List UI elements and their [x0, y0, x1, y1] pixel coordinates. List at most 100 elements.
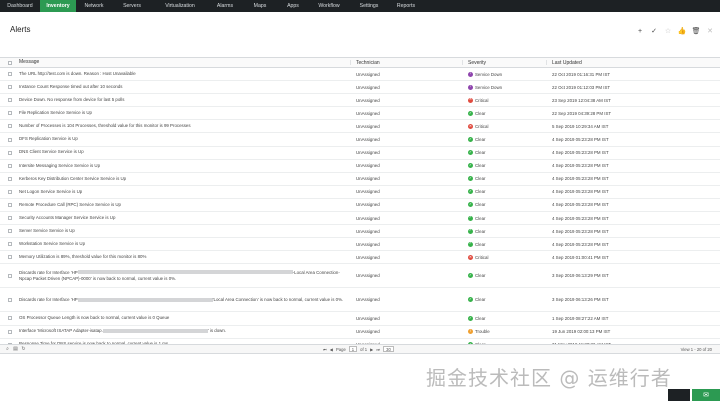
nav-tab-dashboard[interactable]: Dashboard [0, 0, 40, 12]
table-row[interactable]: The URL http://test.com is down. Reason … [0, 68, 720, 82]
technician-cell[interactable]: UnAssigned [356, 251, 456, 263]
table-row[interactable]: File Replication Service Service is Up Un… [0, 107, 720, 121]
column-divider[interactable] [462, 60, 463, 65]
row-checkbox[interactable] [8, 111, 12, 116]
row-select-cell[interactable] [6, 264, 14, 287]
technician-cell[interactable]: UnAssigned [356, 288, 456, 311]
table-row[interactable]: DFS Replication Service is Up UnAssigned ✓… [0, 133, 720, 147]
row-checkbox[interactable] [8, 297, 12, 302]
message-cell[interactable]: Net Logon Service Service is Up [19, 186, 344, 198]
column-divider[interactable] [546, 60, 547, 65]
row-select-cell[interactable] [6, 186, 14, 198]
message-cell[interactable]: Remote Procedure Call (RPC) Service Serv… [19, 199, 344, 211]
row-select-cell[interactable] [6, 251, 14, 263]
technician-cell[interactable]: UnAssigned [356, 94, 456, 106]
technician-cell[interactable]: UnAssigned [356, 160, 456, 172]
table-row[interactable]: Discards rate for Interface 'HP 'Local Ar… [0, 288, 720, 313]
message-cell[interactable]: Number of Processes is 104 Processes, th… [19, 120, 344, 132]
message-cell[interactable]: File Replication Service Service is Up [19, 107, 344, 119]
column-header-technician[interactable]: Technician [356, 58, 456, 67]
nav-tab-reports[interactable]: Reports [388, 0, 424, 12]
table-row[interactable]: Number of Processes is 104 Processes, th… [0, 120, 720, 134]
row-checkbox[interactable] [8, 329, 12, 334]
nav-tab-servers[interactable]: Servers [112, 0, 152, 12]
column-header-severity[interactable]: Severity [468, 58, 548, 67]
table-row[interactable]: Remote Procedure Call (RPC) Service Serv… [0, 199, 720, 213]
table-row[interactable]: Kerberos Key Distribution Center Service… [0, 173, 720, 186]
table-row[interactable]: Discards rate for Interface 'HP -Local Ar… [0, 264, 720, 289]
columns-icon[interactable]: ▤ [13, 347, 18, 352]
chat-button[interactable]: ✉ [692, 389, 720, 401]
technician-cell[interactable]: UnAssigned [356, 68, 456, 80]
nav-tab-alarms[interactable]: Alarms [208, 0, 242, 12]
technician-cell[interactable]: UnAssigned [356, 186, 456, 198]
technician-cell[interactable]: UnAssigned [356, 133, 456, 145]
message-cell[interactable]: DFS Replication Service is Up [19, 133, 344, 145]
technician-cell[interactable]: UnAssigned [356, 225, 456, 237]
message-cell[interactable]: Workstation Service Service is Up [19, 238, 344, 250]
row-select-cell[interactable] [6, 312, 14, 324]
refresh-icon[interactable]: ↻ [21, 347, 26, 352]
technician-cell[interactable]: UnAssigned [356, 312, 456, 324]
technician-cell[interactable]: UnAssigned [356, 199, 456, 211]
nav-tab-apps[interactable]: Apps [278, 0, 308, 12]
message-cell[interactable]: Device Down. No response from device for… [19, 94, 344, 106]
row-checkbox[interactable] [8, 216, 12, 221]
row-checkbox[interactable] [8, 137, 12, 142]
technician-cell[interactable]: UnAssigned [356, 212, 456, 224]
message-cell[interactable]: Security Accounts Manager Service Servic… [19, 212, 344, 224]
column-divider[interactable] [350, 60, 351, 65]
row-checkbox[interactable] [8, 163, 12, 168]
technician-cell[interactable]: UnAssigned [356, 264, 456, 287]
delete-icon[interactable]: 🗑 [692, 27, 701, 35]
table-row[interactable]: Device Down. No response from device for… [0, 94, 720, 108]
row-checkbox[interactable] [8, 255, 12, 260]
table-row[interactable]: Workstation Service Service is Up UnAssig… [0, 238, 720, 252]
nav-tab-inventory[interactable]: Inventory [40, 0, 76, 12]
row-select-cell[interactable] [6, 147, 14, 159]
check-icon[interactable]: ✓ [650, 27, 658, 35]
thumbs-up-icon[interactable]: 👍 [678, 27, 687, 35]
row-checkbox[interactable] [8, 316, 12, 321]
table-row[interactable]: Server Service Service is Up UnAssigned ✓ C… [0, 225, 720, 239]
row-select-cell[interactable] [6, 120, 14, 132]
message-cell[interactable]: Discards rate for Interface 'HP -Local Ar… [19, 264, 344, 287]
row-select-cell[interactable] [6, 199, 14, 211]
per-page-select[interactable]: 30 [383, 346, 394, 352]
message-cell[interactable]: Memory Utilization is 89%, threshold val… [19, 251, 344, 263]
nav-tab-virtualization[interactable]: Virtualization [152, 0, 208, 12]
column-header-last-updated[interactable]: Last Updated [552, 58, 692, 67]
technician-cell[interactable]: UnAssigned [356, 120, 456, 132]
table-row[interactable]: Security Accounts Manager Service Servic… [0, 212, 720, 226]
row-select-cell[interactable] [6, 326, 14, 338]
star-icon[interactable]: ☆ [664, 27, 672, 35]
message-cell[interactable]: Kerberos Key Distribution Center Service… [19, 173, 344, 185]
row-select-cell[interactable] [6, 160, 14, 172]
table-row[interactable]: Instance Count Response timed out after … [0, 81, 720, 95]
select-all-cell[interactable] [6, 58, 14, 67]
table-row[interactable]: DNS Client Service Service is Up UnAssign… [0, 147, 720, 160]
page-input[interactable]: 1 [348, 346, 358, 352]
row-checkbox[interactable] [8, 72, 12, 77]
row-checkbox[interactable] [8, 98, 12, 103]
row-select-cell[interactable] [6, 173, 14, 185]
table-row[interactable]: Net Logon Service Service is Up UnAssigne… [0, 186, 720, 199]
row-checkbox[interactable] [8, 189, 12, 194]
table-row[interactable]: Memory Utilization is 89%, threshold val… [0, 251, 720, 265]
row-checkbox[interactable] [8, 124, 12, 129]
message-cell[interactable]: Interface 'Microsoft ISATAP Adapter-isat… [19, 326, 344, 338]
row-select-cell[interactable] [6, 94, 14, 106]
row-select-cell[interactable] [6, 225, 14, 237]
first-page-icon[interactable]: ⏮ [323, 347, 327, 352]
last-page-icon[interactable]: ⏭ [376, 347, 380, 352]
row-select-cell[interactable] [6, 68, 14, 80]
row-checkbox[interactable] [8, 150, 12, 155]
column-header-message[interactable]: Message [19, 58, 344, 67]
message-cell[interactable]: The URL http://test.com is down. Reason … [19, 68, 344, 80]
row-checkbox[interactable] [8, 229, 12, 234]
table-row[interactable]: Intersite Messaging Service Service is U… [0, 160, 720, 173]
row-select-cell[interactable] [6, 212, 14, 224]
technician-cell[interactable]: UnAssigned [356, 107, 456, 119]
row-checkbox[interactable] [8, 176, 12, 181]
message-cell[interactable]: Server Service Service is Up [19, 225, 344, 237]
